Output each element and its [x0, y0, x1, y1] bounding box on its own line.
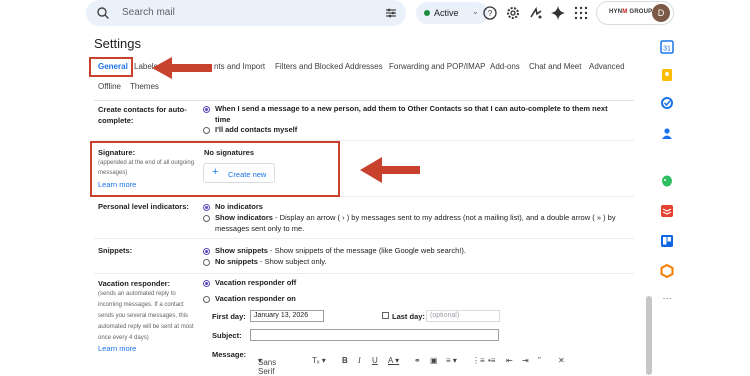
snippets-label: Snippets: [98, 246, 133, 255]
trello-app-icon[interactable] [660, 234, 674, 248]
tabs-divider [94, 100, 634, 101]
contacts-app-icon[interactable] [660, 126, 674, 140]
link-icon[interactable]: ⚭ [414, 356, 421, 365]
remove-formatting-icon[interactable]: ✕ [558, 356, 565, 365]
tasks-app-icon[interactable] [660, 96, 674, 110]
auto-add-contacts-option[interactable]: When I send a message to a new person, a… [215, 104, 635, 125]
last-day-label: Last day: [392, 312, 425, 321]
italic-icon[interactable]: I [358, 356, 361, 365]
last-day-checkbox[interactable] [382, 312, 389, 319]
apps-icon[interactable] [573, 5, 589, 21]
align-icon[interactable]: ≡ ▾ [446, 356, 457, 365]
arrow-left-icon [152, 57, 212, 79]
formatting-toolbar: Sans Serif ▾ Tₓ ▾ B I U A ▾ ⚭ ▣ ≡ ▾ ⋮≡ •… [254, 354, 574, 376]
tab-addons[interactable]: Add-ons [490, 62, 520, 71]
subject-input[interactable] [250, 329, 499, 341]
no-indicators-option[interactable]: No indicators [215, 202, 263, 213]
signature-highlight [90, 141, 340, 197]
quote-icon[interactable]: ” [538, 356, 541, 365]
show-indicators-radio[interactable] [203, 215, 210, 222]
svg-text:31: 31 [663, 46, 671, 53]
vacation-off-option[interactable]: Vacation responder off [215, 278, 296, 289]
brand-logo: HYNM GROUP [609, 9, 653, 15]
bold-icon[interactable]: B [342, 356, 348, 365]
subject-label: Subject: [212, 331, 242, 340]
image-icon[interactable]: ▣ [430, 356, 438, 365]
gear-icon[interactable] [505, 5, 521, 21]
create-contacts-label: Create contacts for auto-complete: [98, 105, 187, 125]
search-placeholder[interactable]: Search mail [122, 7, 175, 18]
svg-text:?: ? [488, 9, 493, 18]
vacation-on-radio[interactable] [203, 296, 210, 303]
bulleted-list-icon[interactable]: •≡ [488, 356, 495, 365]
search-bar[interactable]: Search mail [86, 0, 406, 26]
help-icon[interactable]: ? [482, 5, 498, 21]
vacation-sublabel: (sends an automated reply to incoming mes… [98, 291, 194, 341]
first-day-input[interactable]: January 13, 2026 [250, 310, 324, 322]
personal-indicators-label: Personal level indicators: [98, 202, 189, 211]
tab-forwarding[interactable]: Forwarding and POP/IMAP [389, 62, 485, 71]
show-indicators-option[interactable]: Show indicators - Display an arrow ( › )… [215, 213, 635, 234]
avatar[interactable]: D [652, 4, 670, 22]
font-family-select[interactable]: Sans Serif ▾ [258, 356, 276, 376]
no-indicators-radio[interactable] [203, 204, 210, 211]
vacation-label: Vacation responder: [98, 279, 171, 288]
tab-filters[interactable]: Filters and Blocked Addresses [275, 62, 383, 71]
arrow-left-icon [360, 157, 420, 183]
manual-contacts-radio[interactable] [203, 127, 210, 134]
orange-app-icon[interactable] [660, 264, 674, 278]
keep-app-icon[interactable] [660, 68, 674, 82]
font-size-icon[interactable]: Tₓ ▾ [312, 356, 326, 365]
show-snippets-radio[interactable] [203, 248, 210, 255]
tab-accounts-import[interactable]: nts and Import [214, 62, 265, 71]
gmail-window: Search mail Active ⌄ ? HYNM GROUP D Sett… [0, 0, 750, 376]
active-dot-icon [424, 10, 430, 16]
account-switcher[interactable]: HYNM GROUP D [596, 1, 674, 25]
filter-icon[interactable] [384, 6, 398, 20]
gemini-icon[interactable] [550, 5, 566, 21]
side-app-bar: 31 ⋯ [652, 28, 682, 375]
vacation-learn-more-link[interactable]: Learn more [98, 344, 136, 353]
evernote-app-icon[interactable] [660, 174, 674, 188]
show-snippets-option[interactable]: Show snippets - Show snippets of the mes… [215, 246, 466, 257]
search-icon[interactable] [96, 6, 110, 20]
text-color-icon[interactable]: A ▾ [388, 356, 399, 365]
tab-chat-meet[interactable]: Chat and Meet [529, 62, 581, 71]
manual-contacts-option[interactable]: I'll add contacts myself [215, 125, 297, 136]
numbered-list-icon[interactable]: ⋮≡ [472, 356, 485, 365]
page-title: Settings [94, 36, 141, 51]
sparkle-icon[interactable] [528, 5, 544, 21]
last-day-input[interactable]: (optional) [426, 310, 500, 322]
no-snippets-option[interactable]: No snippets - Show subject only. [215, 257, 327, 268]
message-label: Message: [212, 350, 247, 359]
todoist-app-icon[interactable] [660, 204, 674, 218]
calendar-app-icon[interactable]: 31 [660, 40, 674, 54]
indent-less-icon[interactable]: ⇤ [506, 356, 513, 365]
auto-add-contacts-radio[interactable] [203, 106, 210, 113]
status-label: Active [434, 8, 459, 18]
row-divider [94, 273, 634, 274]
first-day-label: First day: [212, 312, 246, 321]
indent-more-icon[interactable]: ⇥ [522, 356, 529, 365]
tab-offline[interactable]: Offline [98, 82, 121, 91]
row-divider [94, 238, 634, 239]
vacation-on-option[interactable]: Vacation responder on [215, 294, 296, 305]
vacation-off-radio[interactable] [203, 280, 210, 287]
tab-advanced[interactable]: Advanced [589, 62, 625, 71]
status-dropdown[interactable]: Active ⌄ [416, 2, 488, 24]
more-icon[interactable]: ⋯ [660, 294, 674, 308]
general-tab-highlight [89, 57, 133, 77]
no-snippets-radio[interactable] [203, 259, 210, 266]
chevron-down-icon: ⌄ [472, 7, 479, 16]
tab-themes[interactable]: Themes [130, 82, 159, 91]
underline-icon[interactable]: U [372, 356, 378, 365]
left-margin [0, 0, 78, 375]
top-bar: Search mail Active ⌄ ? HYNM GROUP D [78, 0, 705, 28]
